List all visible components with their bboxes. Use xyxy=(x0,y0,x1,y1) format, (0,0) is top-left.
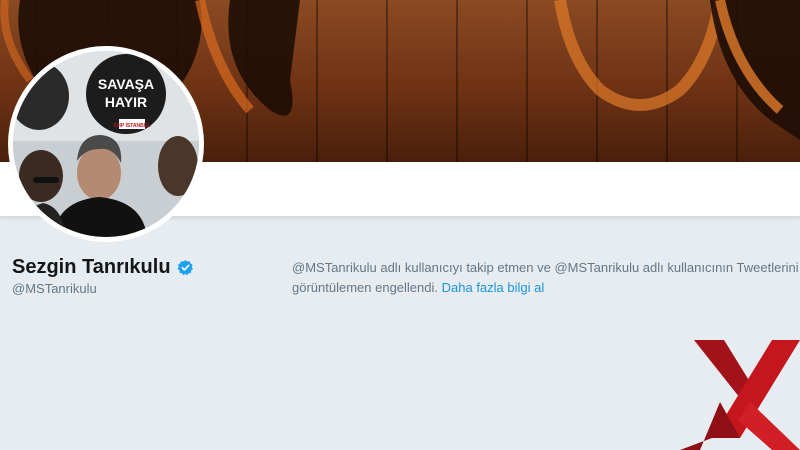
blocked-notice-line1: @MSTanrikulu adlı kullanıcıyı takip etme… xyxy=(292,260,799,275)
blocked-notice-line2: görüntülemen engellendi. Daha fazla bilg… xyxy=(292,278,800,298)
profile-avatar[interactable]: SAVAŞA HAYIR CHP İSTANBUL xyxy=(8,46,204,242)
avatar-photo: SAVAŞA HAYIR CHP İSTANBUL xyxy=(13,51,199,237)
blocked-notice-line2-text: görüntülemen engellendi. xyxy=(292,280,438,295)
blocked-notice: @MSTanrikulu adlı kullanıcıyı takip etme… xyxy=(292,258,800,298)
display-name-text[interactable]: Sezgin Tanrıkulu xyxy=(12,256,171,279)
x-logo-icon xyxy=(680,340,800,450)
learn-more-link[interactable]: Daha fazla bilgi al xyxy=(442,280,545,295)
profile-display-name[interactable]: Sezgin Tanrıkulu xyxy=(12,256,194,279)
verified-badge-icon xyxy=(177,260,193,276)
avatar-sign-line1: SAVAŞA xyxy=(98,76,154,92)
avatar-sign-small: CHP İSTANBUL xyxy=(114,122,151,129)
avatar-sign-line2: HAYIR xyxy=(105,94,147,110)
profile-handle[interactable]: @MSTanrikulu xyxy=(12,281,97,296)
